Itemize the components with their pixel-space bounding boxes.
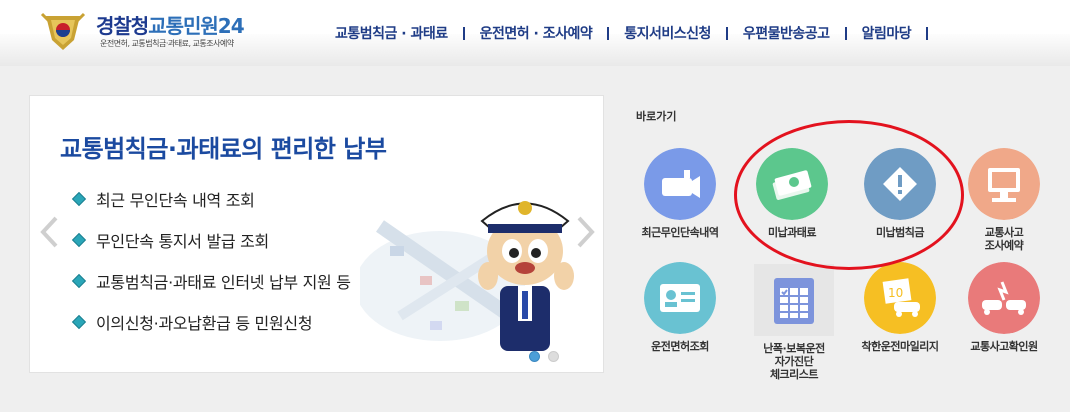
slider-dot-2[interactable] <box>548 351 559 362</box>
monitor-icon <box>968 148 1040 220</box>
quick-item-label: 교통사고확인원 <box>970 340 1038 353</box>
quick-item-label: 난폭·보복운전 자가진단 체크리스트 <box>763 342 825 381</box>
quick-item-good-driving-mileage[interactable]: 10 착한운전마일리지 <box>848 262 952 387</box>
main-slider: 교통범칙금·과태료의 편리한 납부 최근 무인단속 내역 조회 무인단속 통지서… <box>29 95 604 373</box>
id-card-icon <box>644 262 716 334</box>
quick-item-label: 착한운전마일리지 <box>861 340 939 353</box>
site-logo[interactable]: 경찰청교통민원24 운전면허, 교통범칙금·과태료, 교통조사예약 <box>40 8 280 52</box>
diamond-bullet-icon <box>71 314 87 329</box>
slide-title: 교통범칙금·과태료의 편리한 납부 <box>60 135 387 163</box>
nav-item-returned-mail[interactable]: 우편물반송공고 <box>728 23 845 43</box>
quick-item-accident-certificate[interactable]: 교통사고확인원 <box>952 262 1056 387</box>
nav-item-fines[interactable]: 교통범칙금 · 과태료 <box>320 23 463 43</box>
logo-subtitle: 운전면허, 교통범칙금·과태료, 교통조사예약 <box>100 39 234 48</box>
quick-item-license-check[interactable]: 운전면허조회 <box>628 262 732 387</box>
svg-text:10: 10 <box>888 286 903 300</box>
slide-feature-item: 무인단속 통지서 발급 조회 <box>71 219 351 260</box>
slider-pagination <box>529 351 559 362</box>
quick-links-title: 바로가기 <box>636 110 677 123</box>
accident-icon <box>968 262 1040 334</box>
quick-item-unpaid-penalty[interactable]: 미납과태료 <box>740 148 844 273</box>
diamond-bullet-icon <box>71 273 87 288</box>
quick-item-label: 미납범칙금 <box>875 226 925 239</box>
diamond-bullet-icon <box>71 232 87 247</box>
quick-item-reckless-driving-checklist[interactable]: 난폭·보복운전 자가진단 체크리스트 <box>742 264 846 389</box>
nav-item-license[interactable]: 운전면허 · 조사예약 <box>465 23 608 43</box>
checklist-icon <box>774 278 814 324</box>
quick-item-accident-reservation[interactable]: 교통사고 조사예약 <box>952 148 1056 273</box>
nav-item-notice[interactable]: 알림마당 <box>847 23 927 43</box>
diamond-bullet-icon <box>71 191 87 206</box>
car-mileage-icon: 10 <box>864 262 936 334</box>
quick-item-label: 최근무인단속내역 <box>641 226 719 239</box>
camera-icon <box>644 148 716 220</box>
warning-icon <box>864 148 936 220</box>
quick-item-recent-camera[interactable]: 최근무인단속내역 <box>628 148 732 273</box>
slide-feature-item: 이의신청·과오납환급 등 민원신청 <box>71 301 351 342</box>
quick-item-label: 운전면허조회 <box>651 340 709 353</box>
slider-prev-arrow-icon[interactable] <box>38 214 60 250</box>
slide-feature-item: 최근 무인단속 내역 조회 <box>71 178 351 219</box>
main-nav: 교통범칙금 · 과태료 운전면허 · 조사예약 통지서비스신청 우편물반송공고 … <box>320 22 929 44</box>
quick-item-unpaid-fine[interactable]: 미납범칙금 <box>848 148 952 273</box>
logo-title: 경찰청교통민원24 <box>96 14 245 38</box>
police-mascot-illustration <box>360 201 574 351</box>
police-emblem-icon <box>40 12 86 50</box>
slider-next-arrow-icon[interactable] <box>575 214 597 250</box>
money-icon <box>756 148 828 220</box>
nav-item-notification[interactable]: 통지서비스신청 <box>609 23 726 43</box>
quick-item-label: 교통사고 조사예약 <box>984 226 1024 252</box>
site-header: 경찰청교통민원24 운전면허, 교통범칙금·과태료, 교통조사예약 교통범칙금 … <box>0 0 1070 66</box>
slider-dot-1[interactable] <box>529 351 540 362</box>
nav-divider <box>926 26 929 40</box>
quick-item-label: 미납과태료 <box>767 226 817 239</box>
slide-feature-list: 최근 무인단속 내역 조회 무인단속 통지서 발급 조회 교통범칙금·과태료 인… <box>71 178 351 342</box>
slide-feature-item: 교통범칙금·과태료 인터넷 납부 지원 등 <box>71 260 351 301</box>
